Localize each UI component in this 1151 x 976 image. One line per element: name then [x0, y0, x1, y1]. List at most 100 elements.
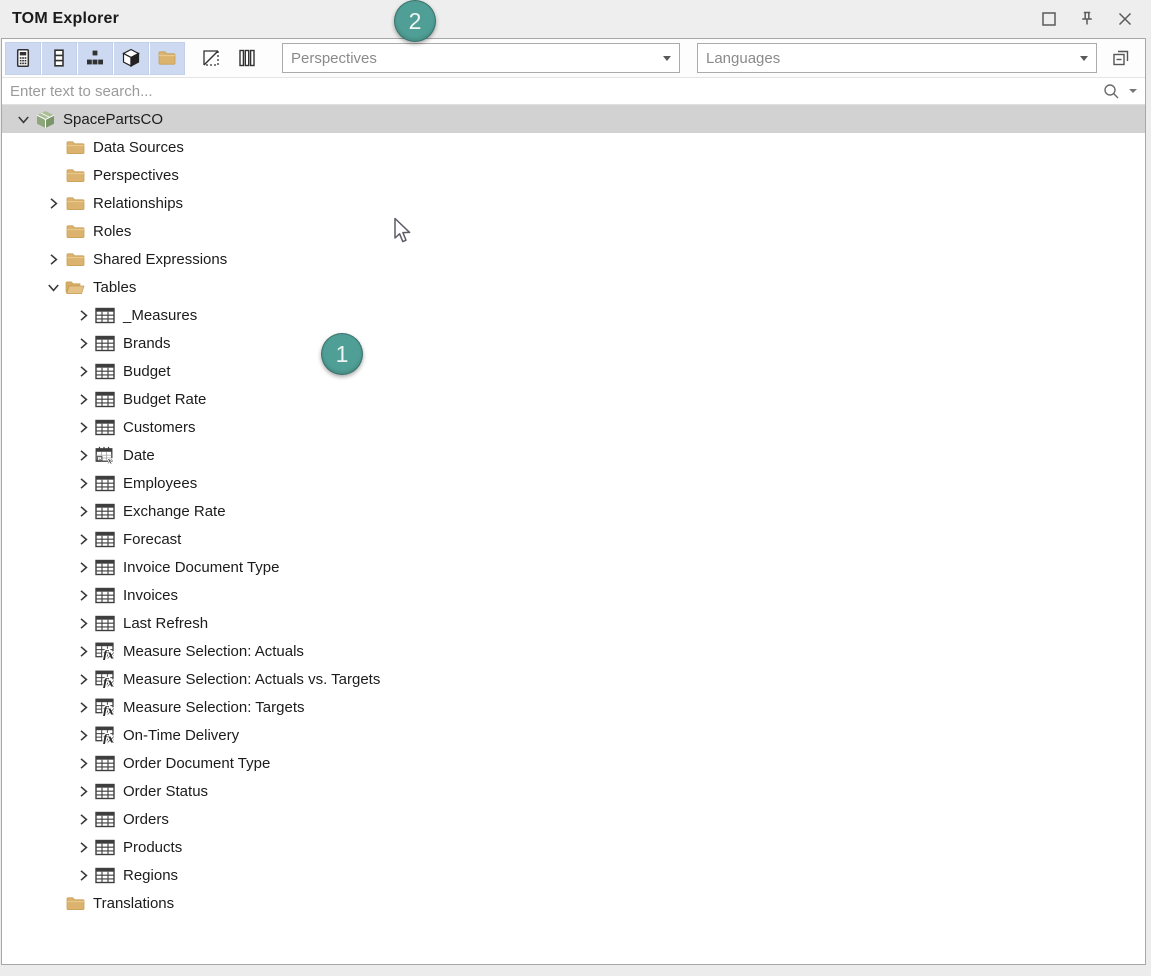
tree-item-budget-rate[interactable]: Budget Rate	[2, 385, 1145, 413]
tree-item-label: Forecast	[123, 530, 181, 548]
maximize-button[interactable]	[1037, 7, 1061, 31]
folder-icon	[64, 222, 86, 240]
tree-item-translations[interactable]: Translations	[2, 889, 1145, 917]
tree-item-regions[interactable]: Regions	[2, 861, 1145, 889]
chevron-right-icon[interactable]	[74, 615, 92, 631]
calculated-table-icon: fx	[94, 726, 116, 744]
tree-item-label: Data Sources	[93, 138, 184, 156]
chevron-right-icon[interactable]	[74, 307, 92, 323]
svg-text:x: x	[108, 456, 113, 464]
window-controls	[1037, 7, 1139, 31]
chevron-down-expander-icon[interactable]	[44, 279, 62, 295]
chevron-down-expander-icon[interactable]	[14, 111, 32, 127]
show-hidden-objects-button[interactable]	[193, 42, 229, 75]
tree-item-perspectives[interactable]: Perspectives	[2, 161, 1145, 189]
tree-item-forecast[interactable]: Forecast	[2, 525, 1145, 553]
tree-item-order-document-type[interactable]: Order Document Type	[2, 749, 1145, 777]
model-tree: SpacePartsCO Data Sources Perspectives Rela…	[2, 105, 1145, 917]
tree-item-orders[interactable]: Orders	[2, 805, 1145, 833]
tree-item-exchange-rate[interactable]: Exchange Rate	[2, 497, 1145, 525]
chevron-right-icon[interactable]	[74, 587, 92, 603]
chevron-right-icon[interactable]	[74, 839, 92, 855]
chevron-down-icon	[1080, 56, 1088, 61]
chevron-right-icon[interactable]	[74, 811, 92, 827]
tree-item-measure-selection-actuals[interactable]: fxMeasure Selection: Actuals	[2, 637, 1145, 665]
chevron-right-icon[interactable]	[74, 419, 92, 435]
hierarchy-icon	[85, 48, 105, 68]
chevron-right-icon[interactable]	[74, 503, 92, 519]
tree-item-employees[interactable]: Employees	[2, 469, 1145, 497]
tree-item-label: Products	[123, 838, 182, 856]
show-hierarchies-button[interactable]	[77, 42, 113, 75]
chevron-right-icon[interactable]	[74, 559, 92, 575]
tree-item-shared-expressions[interactable]: Shared Expressions	[2, 245, 1145, 273]
chevron-right-icon[interactable]	[74, 475, 92, 491]
tree-item-data-sources[interactable]: Data Sources	[2, 133, 1145, 161]
search-icon[interactable]	[1102, 82, 1121, 101]
tree-item-label: Perspectives	[93, 166, 179, 184]
chevron-right-icon[interactable]	[74, 755, 92, 771]
chevron-right-icon[interactable]	[74, 699, 92, 715]
folder-icon	[64, 138, 86, 156]
tree-item-relationships[interactable]: Relationships	[2, 189, 1145, 217]
table-icon	[94, 782, 116, 800]
chevron-right-icon[interactable]	[74, 671, 92, 687]
search-input[interactable]	[10, 83, 1102, 100]
mouse-cursor-arrow-icon	[393, 217, 417, 250]
chevron-right-icon[interactable]	[74, 391, 92, 407]
tree-item-customers[interactable]: Customers	[2, 413, 1145, 441]
tree-item-label: Customers	[123, 418, 196, 436]
tree-item-on-time-delivery[interactable]: fxOn-Time Delivery	[2, 721, 1145, 749]
folder-icon	[64, 250, 86, 268]
tree-item-tables[interactable]: Tables	[2, 273, 1145, 301]
chevron-right-icon[interactable]	[44, 195, 62, 211]
languages-dropdown-placeholder: Languages	[706, 50, 1074, 67]
tree-item-invoice-document-type[interactable]: Invoice Document Type	[2, 553, 1145, 581]
search-options-chevron-icon[interactable]	[1129, 89, 1137, 93]
toolbar-buttons	[5, 42, 265, 75]
tree-item-brands[interactable]: Brands	[2, 329, 1145, 357]
tree-item-measure-selection-targets[interactable]: fxMeasure Selection: Targets	[2, 693, 1145, 721]
show-partitions-button[interactable]	[229, 42, 265, 75]
chevron-right-icon[interactable]	[74, 783, 92, 799]
chevron-right-icon[interactable]	[74, 531, 92, 547]
tree-item-last-refresh[interactable]: Last Refresh	[2, 609, 1145, 637]
tree-item-measures[interactable]: _Measures	[2, 301, 1145, 329]
tree-item-label: Regions	[123, 866, 178, 884]
partitions-icon	[237, 48, 257, 68]
chevron-right-icon[interactable]	[74, 335, 92, 351]
chevron-right-icon[interactable]	[74, 447, 92, 463]
show-measures-button[interactable]	[5, 42, 41, 75]
tree-item-label: Roles	[93, 222, 131, 240]
close-button[interactable]	[1113, 7, 1137, 31]
show-columns-button[interactable]	[41, 42, 77, 75]
tree-item-date[interactable]: 12xDate	[2, 441, 1145, 469]
tree-item-budget[interactable]: Budget	[2, 357, 1145, 385]
tree-item-measure-selection-actuals-vs-targets[interactable]: fxMeasure Selection: Actuals vs. Targets	[2, 665, 1145, 693]
table-icon	[94, 754, 116, 772]
perspectives-dropdown[interactable]: Perspectives	[282, 43, 680, 73]
chevron-right-icon[interactable]	[74, 867, 92, 883]
calculator-icon	[13, 48, 33, 68]
table-icon	[94, 418, 116, 436]
chevron-right-icon[interactable]	[44, 251, 62, 267]
table-icon	[94, 558, 116, 576]
tree-item-products[interactable]: Products	[2, 833, 1145, 861]
calculated-table-icon: fx	[94, 642, 116, 660]
chevron-right-icon[interactable]	[74, 643, 92, 659]
tree-item-spacepartsco[interactable]: SpacePartsCO	[2, 105, 1145, 133]
languages-dropdown[interactable]: Languages	[697, 43, 1097, 73]
tree-item-order-status[interactable]: Order Status	[2, 777, 1145, 805]
svg-text:fx: fx	[102, 705, 115, 716]
tree-item-label: Order Document Type	[123, 754, 270, 772]
tree-item-invoices[interactable]: Invoices	[2, 581, 1145, 609]
tree-item-label: Exchange Rate	[123, 502, 226, 520]
tree-item-label: Shared Expressions	[93, 250, 227, 268]
pin-button[interactable]	[1075, 7, 1099, 31]
collapse-all-button[interactable]	[1104, 43, 1138, 73]
show-kpis-button[interactable]	[113, 42, 149, 75]
tree-item-roles[interactable]: Roles	[2, 217, 1145, 245]
chevron-right-icon[interactable]	[74, 727, 92, 743]
chevron-right-icon[interactable]	[74, 363, 92, 379]
show-display-folders-button[interactable]	[149, 42, 185, 75]
